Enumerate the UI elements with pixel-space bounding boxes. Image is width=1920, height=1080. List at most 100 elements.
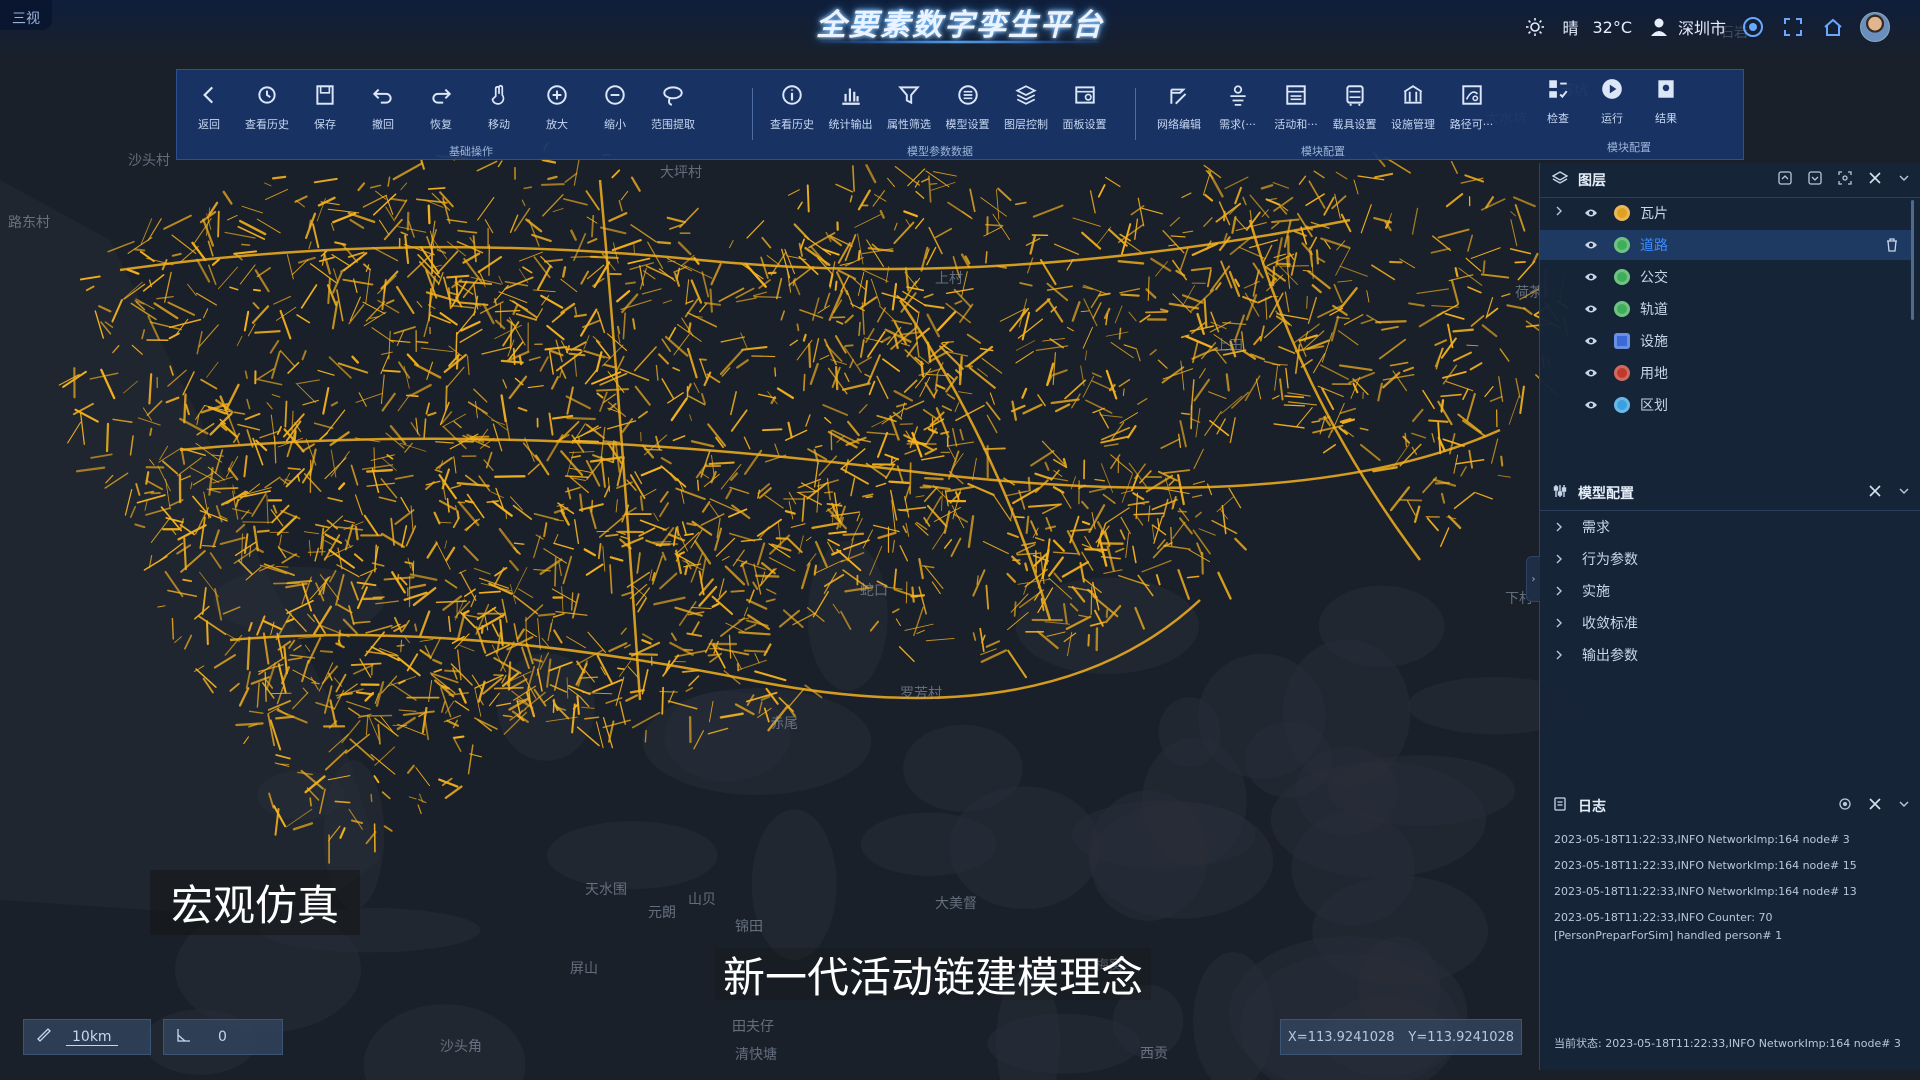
demand-icon (1209, 80, 1267, 110)
rail-icon (1614, 301, 1630, 317)
toolbar-button-label: 需求(··· (1219, 118, 1256, 131)
layer-row-2[interactable]: 公交 (1540, 262, 1912, 292)
result-icon (1637, 74, 1695, 104)
city-selector[interactable]: 深圳市 (1678, 15, 1726, 39)
toolbar-button-bar-chart[interactable]: 统计输出 (822, 80, 880, 132)
toolbar-button-network-edit[interactable]: 网络编辑 (1150, 80, 1208, 132)
model-config-item-3[interactable]: 收敛标准 (1540, 608, 1912, 638)
home-icon[interactable] (1820, 14, 1846, 40)
toolbar-button-result[interactable]: 结果 (1637, 74, 1695, 126)
toolbar-button-label: 活动和··· (1274, 118, 1318, 131)
coord-x: X=113.9241028 (1287, 1029, 1395, 1045)
settings-icon[interactable] (1837, 796, 1853, 816)
toolbar-button-check[interactable]: 检查 (1529, 74, 1587, 126)
eye-icon[interactable] (1584, 336, 1598, 346)
toolbar-separator (752, 88, 753, 140)
model-config-item-0[interactable]: 需求 (1540, 512, 1912, 542)
map-place-label: 大坪村 (660, 165, 702, 181)
toolbar-button-panel[interactable]: 面板设置 (1056, 80, 1114, 132)
toolbar-button-info[interactable]: 查看历史 (763, 80, 821, 132)
chevron-down-icon[interactable] (1897, 170, 1911, 190)
layer-row-5[interactable]: 用地 (1540, 358, 1912, 388)
trash-icon[interactable] (1886, 238, 1898, 256)
layers-panel-header: 图层 (1540, 163, 1920, 198)
target-icon[interactable] (1740, 14, 1766, 40)
save-icon (296, 80, 354, 110)
toolbar-button-redo[interactable]: 恢复 (412, 80, 470, 132)
eye-icon[interactable] (1584, 208, 1598, 218)
layer-label: 用地 (1640, 366, 1668, 382)
toolbar-button-zoom-out[interactable]: 缩小 (586, 80, 644, 132)
layer-row-0[interactable]: 瓦片 (1540, 198, 1912, 228)
toolbar-button-label: 统计输出 (828, 118, 873, 131)
map-place-label: 元朗 (648, 905, 676, 921)
toolbar-button-undo[interactable]: 撤回 (354, 80, 412, 132)
toolbar-button-play[interactable]: 运行 (1583, 74, 1641, 126)
toolbar-button-activity[interactable]: 活动和··· (1267, 80, 1325, 132)
toolbar-button-lasso[interactable]: 范围提取 (644, 80, 702, 132)
model-config-item-2[interactable]: 实施 (1540, 576, 1912, 606)
layers-scrollbar[interactable] (1911, 200, 1914, 320)
model-config-item-4[interactable]: 输出参数 (1540, 640, 1912, 670)
scale-distance: 10km (66, 1029, 118, 1046)
toolbar-button-vehicle[interactable]: 载具设置 (1326, 80, 1384, 132)
toolbar-button-zoom-in[interactable]: 放大 (528, 80, 586, 132)
collapse-up-icon[interactable] (1777, 170, 1793, 190)
chevron-down-icon[interactable] (1897, 483, 1911, 503)
layer-row-1[interactable]: 道路 (1540, 230, 1912, 260)
title-glow (820, 40, 1100, 44)
collapse-down-icon[interactable] (1807, 170, 1823, 190)
map-place-label: 罗芳村 (900, 686, 942, 702)
zoom-out-icon (586, 80, 644, 110)
toolbar-button-pan[interactable]: 移动 (470, 80, 528, 132)
view-mode-label[interactable]: 三视 (0, 0, 52, 30)
coordinate-readout: X=113.9241028 Y=113.9241028 (1280, 1019, 1522, 1055)
map-place-label: 锦田 (735, 919, 763, 935)
panel-collapse-handle[interactable]: › (1526, 556, 1540, 602)
map-place-label: 赤尾 (770, 716, 798, 732)
eye-icon[interactable] (1584, 400, 1598, 410)
chevron-right-icon (1554, 585, 1564, 597)
toolbar-button-route[interactable]: 路径可··· (1443, 80, 1501, 132)
eye-icon[interactable] (1584, 304, 1598, 314)
layer-row-3[interactable]: 轨道 (1540, 294, 1912, 324)
model-config-label: 行为参数 (1582, 552, 1638, 568)
toolbar-button-history[interactable]: 查看历史 (238, 80, 296, 132)
log-panel-title: 日志 (1578, 799, 1606, 815)
layer-row-4[interactable]: 设施 (1540, 326, 1912, 356)
avatar[interactable] (1860, 12, 1890, 42)
chevron-right-icon[interactable] (1554, 205, 1568, 221)
toolbar-button-label: 结果 (1655, 112, 1677, 125)
toolbar-button-model[interactable]: 模型设置 (939, 80, 997, 132)
close-icon[interactable] (1867, 170, 1883, 190)
toolbar-button-back[interactable]: 返回 (180, 80, 238, 132)
eye-icon[interactable] (1584, 272, 1598, 282)
toolbar-button-filter[interactable]: 属性筛选 (880, 80, 938, 132)
toolbar-button-label: 放大 (546, 118, 568, 131)
layer-row-6[interactable]: 区划 (1540, 390, 1912, 420)
eye-icon[interactable] (1584, 240, 1598, 250)
locate-icon[interactable] (1837, 170, 1853, 190)
toolbar-button-demand[interactable]: 需求(··· (1209, 80, 1267, 132)
toolbar-button-label: 属性筛选 (887, 118, 931, 131)
coord-y: Y=113.9241028 (1408, 1029, 1515, 1045)
toolbar-button-label: 检查 (1547, 112, 1569, 125)
eye-icon[interactable] (1584, 368, 1598, 378)
scale-widget[interactable]: 10km (23, 1019, 151, 1055)
model-config-item-1[interactable]: 行为参数 (1540, 544, 1912, 574)
map-place-label: 天水围 (585, 882, 627, 898)
toolbar-button-label: 保存 (314, 118, 336, 131)
check-icon (1529, 74, 1587, 104)
angle-widget[interactable]: 0 (163, 1019, 283, 1055)
log-line: 2023-05-18T11:22:33,INFO Counter: 70 [Pe… (1554, 911, 1783, 942)
toolbar-button-layers[interactable]: 图层控制 (997, 80, 1055, 132)
chevron-down-icon[interactable] (1897, 796, 1911, 816)
info-icon (763, 80, 821, 110)
close-icon[interactable] (1867, 483, 1883, 503)
fullscreen-icon[interactable] (1780, 14, 1806, 40)
map-place-label: 蛇口 (860, 583, 888, 599)
toolbar-button-facility[interactable]: 设施管理 (1384, 80, 1442, 132)
close-icon[interactable] (1867, 796, 1883, 816)
log-status: 当前状态: 2023-05-18T11:22:33,INFO NetworkIm… (1554, 1037, 1901, 1050)
toolbar-button-save[interactable]: 保存 (296, 80, 354, 132)
